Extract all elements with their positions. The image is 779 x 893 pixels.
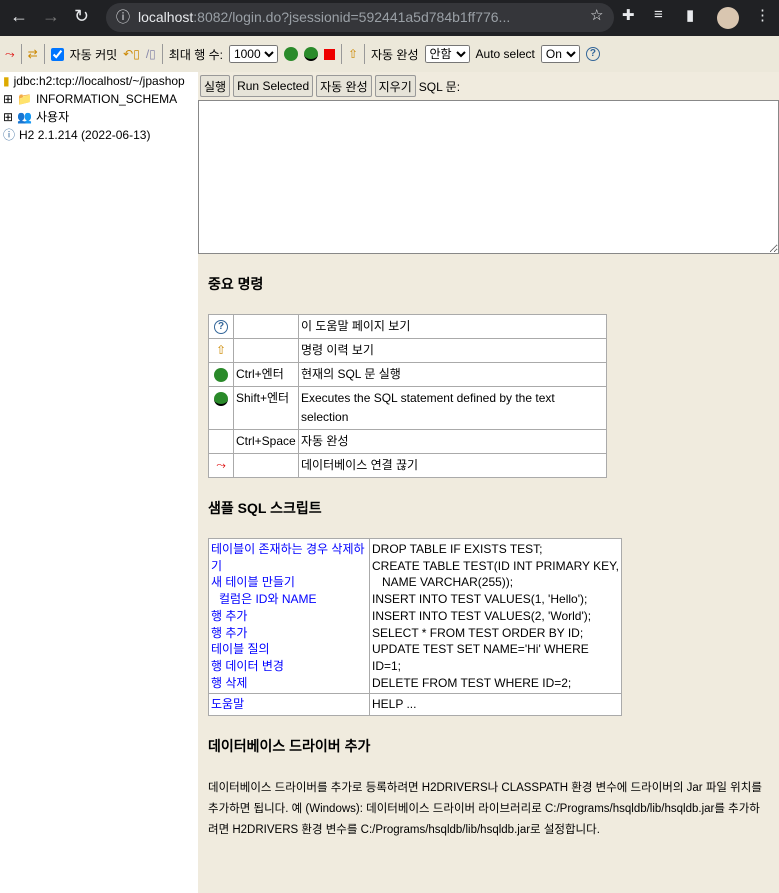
command-desc: Executes the SQL statement defined by th… — [298, 386, 607, 430]
avatar[interactable] — [717, 7, 739, 29]
command-row: Ctrl+Space 자동 완성 — [208, 429, 607, 454]
run-icon[interactable] — [283, 47, 298, 61]
tree-connection[interactable]: ▮ jdbc:h2:tcp://localhost/~/jpashop — [0, 72, 198, 90]
tree-version: ⓘ H2 2.1.214 (2022-06-13) — [3, 128, 151, 142]
sample-link-help[interactable]: 도움말 — [211, 696, 367, 713]
expand-icon[interactable]: ⊞ — [3, 108, 13, 126]
run-selected-button[interactable]: Run Selected — [233, 75, 314, 97]
users-icon: 👥 — [17, 110, 33, 124]
help-icon[interactable]: ? — [585, 47, 600, 61]
star-icon[interactable]: ☆ — [590, 6, 603, 24]
help-icon: ? — [208, 314, 234, 339]
disconnect-icon: ⤳ — [208, 453, 234, 478]
command-row: Ctrl+엔터 현재의 SQL 문 실행 — [208, 362, 607, 387]
autocomplete-select[interactable]: 안함 — [424, 45, 470, 63]
back-icon[interactable]: ← — [10, 6, 28, 27]
command-row: ⤳ 데이터베이스 연결 끊기 — [208, 453, 607, 478]
command-row: ? 이 도움말 페이지 보기 — [208, 314, 607, 339]
sample-sql-help: HELP ... — [369, 693, 622, 717]
commit-icon[interactable]: /▯ — [146, 47, 156, 61]
sample-sql-line: INSERT INTO TEST VALUES(1, 'Hello'); — [372, 592, 588, 607]
samples-table: 테이블이 존재하는 경우 삭제하기 새 테이블 만들기 컬럼은 ID와 NAME 행 … — [208, 537, 622, 717]
empty-icon-cell — [208, 429, 234, 454]
important-commands-title: 중요 명령 — [208, 276, 264, 292]
media-icon[interactable]: ≡ — [654, 6, 663, 23]
sample-sql-line: DROP TABLE IF EXISTS TEST; — [372, 542, 543, 556]
folder-icon: 📁 — [17, 92, 33, 106]
driver-text: 데이터베이스 드라이버를 추가로 등록하려면 H2DRIVERS나 CLASSP… — [208, 782, 762, 837]
info-icon[interactable]: ⓘ — [116, 3, 130, 32]
run-selected-icon[interactable] — [303, 47, 318, 61]
clear-button[interactable]: 지우기 — [374, 75, 416, 97]
command-key — [233, 338, 299, 363]
command-desc: 데이터베이스 연결 끊기 — [298, 453, 607, 478]
sample-link[interactable]: 행 삭제 — [211, 675, 367, 692]
sample-link[interactable]: 행 추가 — [211, 625, 367, 642]
command-key — [233, 453, 299, 478]
command-desc: 이 도움말 페이지 보기 — [298, 314, 607, 339]
autoselect-select[interactable]: On — [540, 45, 580, 63]
sample-link[interactable]: 컬럼은 ID와 NAME — [211, 591, 367, 608]
sample-sql-line: NAME VARCHAR(255)); — [382, 575, 514, 590]
extensions-icon[interactable]: ✚ — [622, 6, 635, 24]
sql-input[interactable] — [198, 100, 779, 254]
sidepanel-icon[interactable]: ▮ — [686, 6, 694, 24]
menu-icon[interactable]: ⋮ — [755, 6, 770, 24]
info-icon: ⓘ — [3, 128, 16, 142]
sample-sql-line: DELETE FROM TEST WHERE ID=2; — [372, 675, 572, 690]
sample-sql-line: UPDATE TEST SET NAME='Hi' WHERE ID=1; — [372, 642, 589, 673]
object-tree: ▮ jdbc:h2:tcp://localhost/~/jpashop ⊞ 📁 INF… — [0, 72, 198, 893]
command-key — [233, 314, 299, 339]
rollback-icon[interactable]: ↶▯ — [123, 47, 140, 61]
database-icon: ▮ — [3, 74, 10, 88]
stop-icon[interactable] — [323, 48, 335, 60]
main-panel: 실행 Run Selected 자동 완성 지우기 SQL 문: 중요 명령 ?… — [198, 72, 779, 841]
sample-sql-title: 샘플 SQL 스크립트 — [208, 500, 322, 516]
tree-item-users[interactable]: ⊞ 👥 사용자 — [0, 108, 198, 126]
disconnect-icon[interactable]: ⤳ — [5, 47, 15, 62]
command-desc: 현재의 SQL 문 실행 — [298, 362, 607, 387]
toolbar: ⤳ ⇄ 자동 커밋 ↶▯ /▯ 최대 행 수: 1000 ⇧ 자동 완성 안함 … — [0, 36, 779, 72]
sample-link[interactable]: 테이블이 존재하는 경우 삭제하기 — [211, 541, 367, 574]
sample-sql-line: CREATE TABLE TEST(ID INT PRIMARY KEY, — [372, 558, 619, 573]
sample-sql-line: SELECT * FROM TEST ORDER BY ID; — [372, 625, 584, 640]
command-desc: 명령 이력 보기 — [298, 338, 607, 363]
command-row: ⇧ 명령 이력 보기 — [208, 338, 607, 363]
sample-link[interactable]: 테이블 질의 — [211, 641, 367, 658]
sample-link[interactable]: 행 데이터 변경 — [211, 658, 367, 675]
command-key: Shift+엔터 — [233, 386, 299, 430]
run-icon — [208, 362, 234, 387]
driver-title: 데이터베이스 드라이버 추가 — [208, 738, 371, 755]
sample-link[interactable]: 새 테이블 만들기 — [211, 574, 367, 591]
command-row: Shift+엔터 Executes the SQL statement defin… — [208, 386, 607, 430]
autocomplete-button[interactable]: 자동 완성 — [316, 75, 372, 97]
history-icon: ⇧ — [208, 338, 234, 363]
tree-item-information-schema[interactable]: ⊞ 📁 INFORMATION_SCHEMA — [0, 90, 198, 108]
command-desc: 자동 완성 — [298, 429, 607, 454]
address-bar[interactable]: ⓘ localhost:8082/login.do?jsessionid=592… — [106, 3, 614, 32]
command-key: Ctrl+Space — [233, 429, 299, 454]
sample-link[interactable]: 행 추가 — [211, 608, 367, 625]
forward-icon[interactable]: → — [42, 6, 60, 27]
refresh-icon[interactable]: ⇄ — [28, 47, 38, 61]
run-selected-icon — [208, 386, 234, 430]
max-rows-select[interactable]: 1000 — [228, 45, 278, 63]
history-icon[interactable]: ⇧ — [348, 47, 358, 61]
reload-icon[interactable]: ↻ — [74, 6, 89, 27]
browser-chrome: ← → ↻ ⓘ localhost:8082/login.do?jsession… — [0, 0, 779, 36]
autocommit-checkbox[interactable] — [50, 47, 64, 61]
sample-sql-line: INSERT INTO TEST VALUES(2, 'World'); — [372, 608, 592, 623]
run-button[interactable]: 실행 — [200, 75, 231, 97]
command-key: Ctrl+엔터 — [233, 362, 299, 387]
expand-icon[interactable]: ⊞ — [3, 90, 13, 108]
commands-table: ? 이 도움말 페이지 보기 ⇧ 명령 이력 보기 Ctrl+엔터 현재의 SQL 문 실… — [208, 314, 607, 478]
